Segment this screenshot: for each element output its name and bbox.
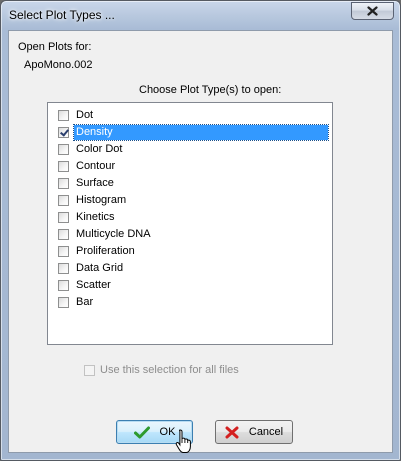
cancel-button[interactable]: Cancel — [215, 420, 293, 444]
plot-type-label: Proliferation — [76, 245, 135, 257]
plot-type-checkbox[interactable] — [58, 297, 69, 308]
window-title: Select Plot Types ... — [9, 8, 115, 22]
plot-type-checkbox[interactable] — [58, 263, 69, 274]
close-button[interactable] — [351, 2, 394, 20]
mouse-cursor-icon — [175, 429, 191, 453]
plot-type-item[interactable]: Multicycle DNA — [58, 226, 328, 243]
plot-type-item[interactable]: Color Dot — [58, 141, 328, 158]
plot-type-checkbox[interactable] — [58, 246, 69, 257]
plot-type-checkbox[interactable] — [58, 110, 69, 121]
dialog-window: Select Plot Types ... Open Plots for: Ap… — [0, 0, 401, 461]
plot-type-checkbox[interactable] — [58, 195, 69, 206]
use-selection-for-all-files: Use this selection for all files — [84, 364, 239, 376]
plot-type-item[interactable]: Histogram — [58, 192, 328, 209]
plot-type-item[interactable]: Density — [58, 124, 329, 141]
file-name: ApoMono.002 — [24, 59, 93, 71]
plot-type-item[interactable]: Bar — [58, 294, 328, 311]
plot-type-item[interactable]: Dot — [58, 107, 328, 124]
open-plots-label: Open Plots for: — [18, 41, 92, 53]
choose-plot-type-label: Choose Plot Type(s) to open: — [139, 84, 282, 96]
plot-type-checkbox[interactable] — [58, 178, 69, 189]
plot-type-label: Kinetics — [76, 211, 115, 223]
plot-type-checkbox[interactable] — [58, 212, 69, 223]
plot-type-item[interactable]: Proliferation — [58, 243, 328, 260]
plot-type-item[interactable]: Scatter — [58, 277, 328, 294]
plot-type-item[interactable]: Surface — [58, 175, 328, 192]
plot-type-item[interactable]: Contour — [58, 158, 328, 175]
checkmark-icon — [133, 426, 150, 439]
plot-type-label: Color Dot — [76, 143, 123, 155]
use-for-all-label: Use this selection for all files — [100, 364, 239, 376]
close-icon — [367, 6, 378, 16]
plot-type-label: Scatter — [76, 279, 111, 291]
ok-label: OK — [159, 426, 176, 438]
plot-type-label: Dot — [76, 109, 94, 121]
plot-type-item[interactable]: Data Grid — [58, 260, 328, 277]
plot-type-checkbox[interactable] — [58, 229, 69, 240]
use-for-all-checkbox — [84, 364, 95, 376]
plot-type-label: Multicycle DNA — [76, 228, 151, 240]
cancel-label: Cancel — [248, 426, 284, 438]
plot-type-list[interactable]: Dot Density Color Dot Contour Surface Histogr… — [47, 102, 333, 345]
dialog-body: Open Plots for: ApoMono.002 Choose Plot … — [8, 30, 393, 453]
plot-type-label: Contour — [76, 160, 116, 172]
plot-type-checkbox[interactable] — [58, 144, 69, 155]
plot-type-label: Data Grid — [76, 262, 124, 274]
plot-type-label: Surface — [76, 177, 114, 189]
plot-type-item[interactable]: Kinetics — [58, 209, 328, 226]
plot-type-label: Density — [73, 124, 329, 141]
plot-type-label: Bar — [76, 296, 94, 308]
x-icon — [225, 426, 239, 439]
plot-type-label: Histogram — [76, 194, 127, 206]
plot-type-checkbox[interactable] — [58, 280, 69, 291]
plot-type-checkbox[interactable] — [58, 161, 69, 172]
plot-type-checkbox[interactable] — [58, 127, 69, 138]
